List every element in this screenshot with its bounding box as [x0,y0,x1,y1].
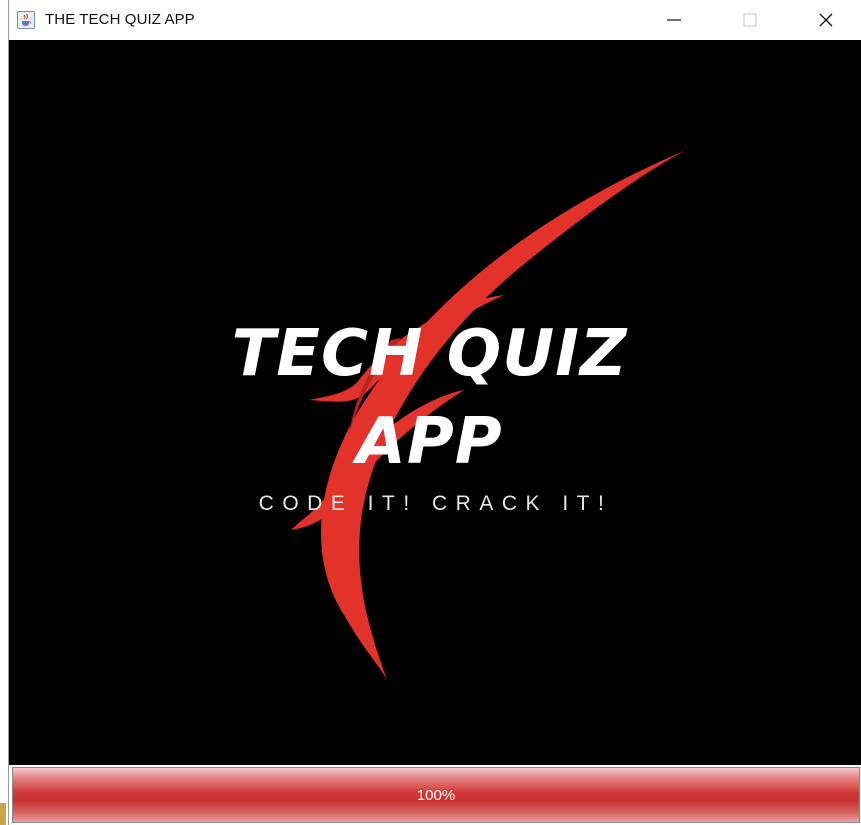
splash-panel: TECH QUIZ APP CODE IT! CRACK IT! [9,40,861,765]
minimize-button[interactable] [645,0,703,40]
minimize-icon [667,19,681,21]
close-icon [819,13,833,27]
window-title: THE TECH QUIZ APP [45,11,195,28]
maximize-button[interactable] [721,0,779,40]
app-title-line-2: APP [356,405,503,479]
red-lightning-slash-icon [291,150,686,680]
close-button[interactable] [797,0,855,40]
tagline: CODE IT! CRACK IT! [258,492,613,515]
java-cup-icon [17,11,35,29]
app-title-line-1: TECH QUIZ [231,317,628,391]
maximize-icon [743,13,757,27]
progress-label: 100% [416,786,456,804]
loading-progress-bar: 100% [12,767,860,823]
desktop-edge-fragment [0,803,6,825]
status-area: 100% [9,765,861,825]
title-bar[interactable]: THE TECH QUIZ APP [9,0,861,40]
app-window: THE TECH QUIZ APP TECH QUIZ APP CODE IT!… [8,0,861,825]
